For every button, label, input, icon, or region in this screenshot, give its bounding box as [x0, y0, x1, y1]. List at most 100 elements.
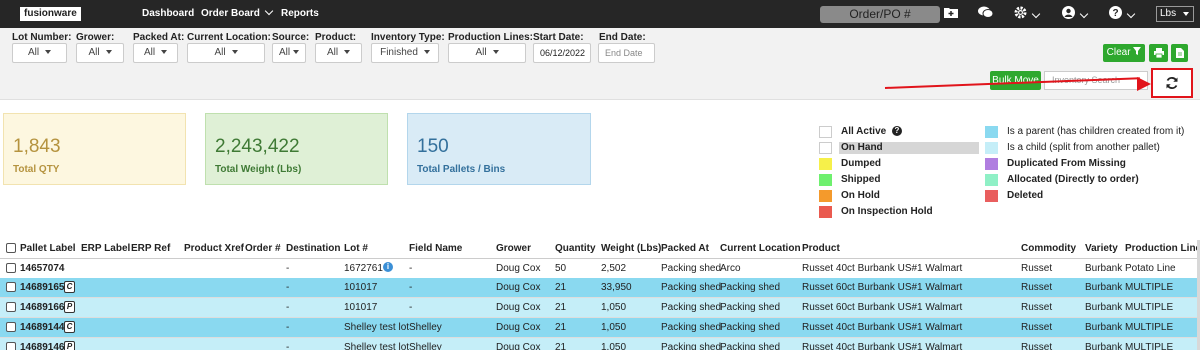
- col-weight[interactable]: Weight (Lbs): [601, 243, 661, 254]
- col-pallet-label[interactable]: Pallet Label: [20, 243, 76, 254]
- col-product-xref[interactable]: Product Xref: [184, 243, 244, 254]
- refresh-button[interactable]: [1151, 68, 1193, 98]
- start-date-input[interactable]: 06/12/2022: [533, 43, 591, 63]
- col-quantity[interactable]: Quantity: [555, 243, 596, 254]
- source-select[interactable]: All: [272, 43, 306, 63]
- svg-text:?: ?: [1112, 8, 1118, 19]
- col-destination[interactable]: Destination: [286, 243, 340, 254]
- caret-down-icon: [45, 50, 52, 55]
- legend-swatch: [819, 174, 832, 186]
- chevron-down-icon: [1031, 9, 1041, 19]
- user-icon[interactable]: [1062, 6, 1089, 22]
- current-location-select[interactable]: All: [187, 43, 265, 63]
- product: Russet 60ct Burbank US#1 Walmart: [802, 282, 963, 293]
- table-row[interactable]: 14689166 P - 101017 - Doug Cox 21 1,050 …: [0, 298, 1198, 318]
- parent-badge: P: [64, 341, 75, 350]
- child-badge: C: [64, 321, 75, 333]
- caret-down-icon: [231, 50, 238, 55]
- packed-at: Packing shed: [661, 322, 722, 333]
- add-folder-icon[interactable]: [944, 6, 958, 21]
- row-checkbox[interactable]: [6, 322, 16, 332]
- export-button[interactable]: [1171, 44, 1188, 62]
- commodity: Russet: [1021, 322, 1053, 333]
- grower-select[interactable]: All: [76, 43, 124, 63]
- production-line: MULTIPLE: [1125, 282, 1174, 293]
- total-qty-value: 1,843: [13, 136, 61, 157]
- current-location-value: All: [214, 47, 226, 58]
- legend-label: Is a child (split from another pallet): [1007, 142, 1160, 153]
- pallet-label[interactable]: 14689146: [20, 342, 65, 350]
- col-product[interactable]: Product: [802, 243, 840, 254]
- col-field-name[interactable]: Field Name: [409, 243, 462, 254]
- col-commodity[interactable]: Commodity: [1021, 243, 1076, 254]
- select-all-checkbox[interactable]: [6, 243, 16, 253]
- clear-filter-button[interactable]: Clear: [1103, 44, 1145, 62]
- commodity: Russet: [1021, 302, 1053, 313]
- help-icon[interactable]: ?: [892, 126, 902, 136]
- col-lot[interactable]: Lot #: [344, 243, 368, 254]
- production-line: MULTIPLE: [1125, 322, 1174, 333]
- table-row[interactable]: 14689146 P - Shelley test lot Shelley Do…: [0, 338, 1198, 350]
- pallet-label[interactable]: 14657074: [20, 263, 65, 274]
- nav-dashboard[interactable]: Dashboard: [142, 8, 194, 19]
- end-date-input[interactable]: End Date: [598, 43, 655, 63]
- product-select[interactable]: All: [315, 43, 362, 63]
- current-location: Arco: [720, 263, 741, 274]
- total-weight-card: 2,243,422 Total Weight (Lbs): [205, 113, 388, 185]
- row-checkbox[interactable]: [6, 282, 16, 292]
- variety: Burbank: [1085, 342, 1123, 350]
- units-value: Lbs: [1160, 8, 1177, 19]
- destination: -: [286, 302, 290, 313]
- chevron-down-icon: [1126, 9, 1136, 19]
- lot-number-select[interactable]: All: [12, 43, 67, 63]
- nav-order-board[interactable]: Order Board: [201, 6, 274, 19]
- col-production-line[interactable]: Production Line: [1125, 243, 1200, 254]
- units-select[interactable]: Lbs: [1156, 6, 1194, 22]
- production-lines-select[interactable]: All: [448, 43, 526, 63]
- table-row[interactable]: 14689144 C - Shelley test lot Shelley Do…: [0, 318, 1198, 338]
- pallet-label[interactable]: 14689144: [20, 322, 65, 333]
- gear-icon[interactable]: [1014, 6, 1041, 22]
- legend-swatch: [985, 190, 998, 202]
- pallet-label[interactable]: 14689166: [20, 302, 65, 313]
- col-grower[interactable]: Grower: [496, 243, 531, 254]
- legend-label: Deleted: [1007, 190, 1044, 201]
- inventory-type-value: Finished: [380, 47, 418, 58]
- row-checkbox[interactable]: [6, 302, 16, 312]
- product-label: Product:: [315, 32, 357, 43]
- destination: -: [286, 282, 290, 293]
- col-variety[interactable]: Variety: [1085, 243, 1118, 254]
- col-order[interactable]: Order #: [245, 243, 281, 254]
- caret-down-icon: [161, 50, 168, 55]
- total-weight-value: 2,243,422: [215, 136, 300, 157]
- legend-label: Allocated (Directly to order): [1007, 174, 1139, 185]
- logo[interactable]: fusionware: [20, 7, 81, 21]
- nav-reports[interactable]: Reports: [281, 8, 319, 19]
- packed-at-select[interactable]: All: [133, 43, 178, 63]
- table-row[interactable]: 14657074 - 1672761 i - Doug Cox 50 2,502…: [0, 259, 1198, 279]
- col-packed-at[interactable]: Packed At: [661, 243, 709, 254]
- col-erp-ref[interactable]: ERP Ref: [131, 243, 170, 254]
- col-current-location[interactable]: Current Location: [720, 243, 801, 254]
- production-lines-label: Production Lines:: [448, 32, 533, 43]
- pallet-label[interactable]: 14689165: [20, 282, 65, 293]
- legend-label: Dumped: [841, 158, 881, 169]
- table-row[interactable]: 14689165 C - 101017 - Doug Cox 21 33,950…: [0, 278, 1198, 298]
- print-button[interactable]: [1149, 44, 1168, 62]
- quantity: 21: [555, 322, 567, 333]
- col-erp-label[interactable]: ERP Label: [81, 243, 130, 254]
- lot-number: 101017: [344, 302, 378, 313]
- inventory-type-label: Inventory Type:: [371, 32, 445, 43]
- parent-badge: P: [64, 301, 75, 313]
- chat-icon[interactable]: [978, 6, 994, 21]
- lot-number-value: All: [27, 47, 40, 58]
- row-checkbox[interactable]: [6, 263, 16, 273]
- order-po-search[interactable]: Order/PO #: [820, 6, 940, 23]
- row-checkbox[interactable]: [6, 342, 16, 350]
- info-icon[interactable]: i: [383, 262, 393, 272]
- chevron-down-icon: [264, 6, 274, 16]
- commodity: Russet: [1021, 263, 1053, 274]
- grower: Doug Cox: [496, 282, 541, 293]
- inventory-type-select[interactable]: Finished: [371, 43, 439, 63]
- help-icon[interactable]: ?: [1109, 6, 1136, 22]
